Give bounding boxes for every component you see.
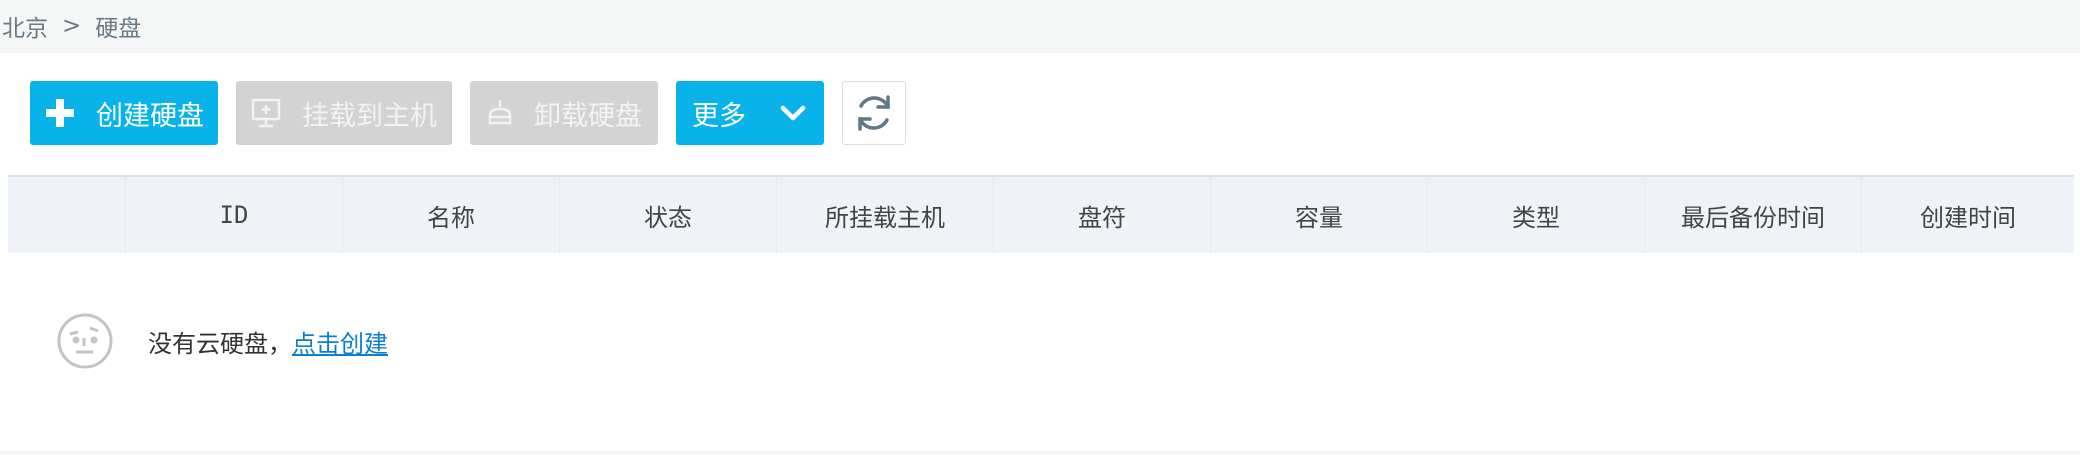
select-column-header: [8, 177, 125, 253]
disk-panel: 创建硬盘 挂载到主机 卸载硬盘 更多 ID 名称 状态 所挂载主机 盘符 容量 …: [0, 53, 2080, 451]
table-header: ID 名称 状态 所挂载主机 盘符 容量 类型 最后备份时间 创建时间: [8, 175, 2074, 253]
breadcrumb-parent[interactable]: 北京: [2, 9, 48, 43]
refresh-button[interactable]: [842, 81, 906, 145]
sad-face-icon: [56, 312, 114, 370]
column-header-status[interactable]: 状态: [559, 177, 776, 253]
empty-message: 没有云硬盘，: [148, 329, 292, 358]
eject-disk-icon: [484, 97, 516, 129]
create-disk-link[interactable]: 点击创建: [292, 324, 388, 359]
attach-to-host-label: 挂载到主机: [302, 100, 437, 132]
column-header-created[interactable]: 创建时间: [1861, 177, 2074, 253]
breadcrumb-separator: >: [62, 13, 82, 39]
column-header-id[interactable]: ID: [125, 177, 342, 253]
column-header-type[interactable]: 类型: [1427, 177, 1644, 253]
column-header-host[interactable]: 所挂载主机: [776, 177, 993, 253]
monitor-plus-icon: [250, 97, 282, 129]
more-label: 更多: [692, 100, 746, 132]
empty-state: 没有云硬盘， 点击创建: [56, 311, 388, 371]
detach-disk-button[interactable]: 卸载硬盘: [470, 81, 658, 145]
create-disk-button[interactable]: 创建硬盘: [30, 81, 218, 145]
plus-icon: [44, 97, 76, 129]
create-disk-label: 创建硬盘: [96, 100, 204, 132]
column-header-name[interactable]: 名称: [342, 177, 559, 253]
chevron-down-icon: [778, 98, 808, 128]
toolbar: 创建硬盘 挂载到主机 卸载硬盘 更多: [30, 81, 906, 145]
refresh-icon: [853, 92, 895, 134]
detach-disk-label: 卸载硬盘: [534, 100, 642, 132]
breadcrumb: 北京 > 硬盘: [0, 0, 141, 52]
column-header-last-backup[interactable]: 最后备份时间: [1644, 177, 1861, 253]
more-dropdown-button[interactable]: 更多: [676, 81, 824, 145]
column-header-drive-letter[interactable]: 盘符: [993, 177, 1210, 253]
attach-to-host-button[interactable]: 挂载到主机: [236, 81, 452, 145]
breadcrumb-current: 硬盘: [95, 16, 142, 42]
column-header-capacity[interactable]: 容量: [1210, 177, 1427, 253]
